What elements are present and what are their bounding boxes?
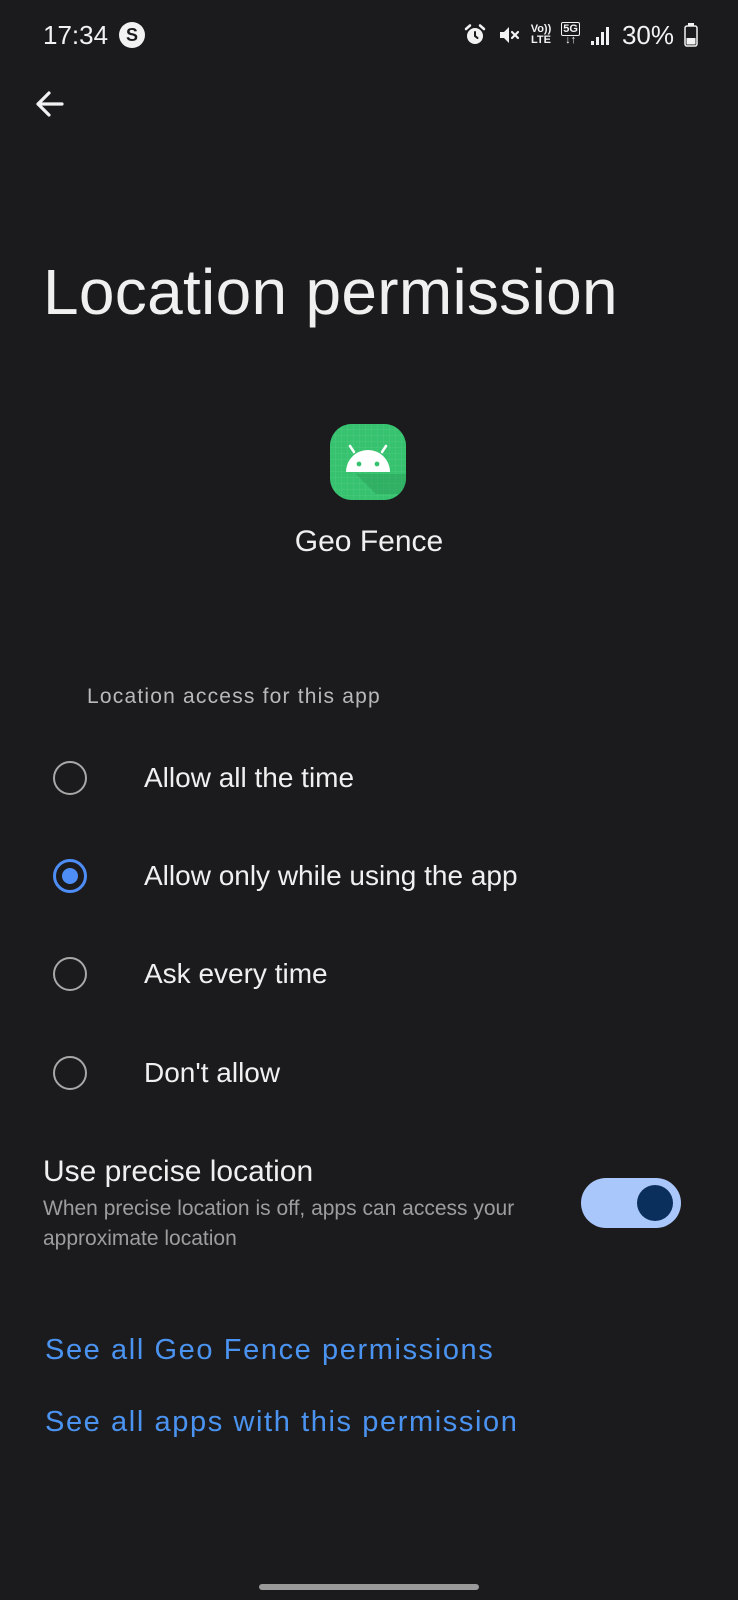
app-name: Geo Fence [294, 525, 444, 558]
section-label: Location access for this app [87, 685, 381, 708]
status-time: 17:34 [43, 20, 109, 50]
signal-bars-icon [590, 24, 612, 46]
precise-location-toggle[interactable] [581, 1178, 681, 1228]
status-icons: Vo)) LTE 5G ↓↑ 30% [463, 18, 698, 52]
option-ask-every-time[interactable]: Ask every time [0, 934, 738, 1014]
option-dont-allow[interactable]: Don't allow [0, 1033, 738, 1113]
precise-location-description: When precise location is off, apps can a… [43, 1197, 515, 1250]
toggle-thumb [637, 1185, 673, 1221]
data-arrows-icon: ↓↑ [565, 34, 577, 46]
gesture-nav-handle[interactable] [259, 1584, 479, 1590]
option-allow-all-the-time[interactable]: Allow all the time [0, 738, 738, 818]
radio-button[interactable] [53, 761, 87, 795]
option-label: Allow all the time [144, 762, 355, 793]
alarm-icon [463, 23, 487, 47]
option-label: Allow only while using the app [144, 860, 518, 891]
volte-bottom: LTE [530, 34, 551, 46]
option-label: Ask every time [144, 958, 328, 989]
network-indicator: 5G ↓↑ [561, 22, 580, 46]
precise-location-title: Use precise location [43, 1155, 314, 1188]
s-notification-icon: S [119, 22, 145, 48]
see-app-permissions-link[interactable]: See all Geo Fence permissions [45, 1330, 494, 1370]
option-label: Don't allow [144, 1057, 281, 1088]
radio-button[interactable] [53, 1056, 87, 1090]
app-icon [330, 424, 406, 500]
battery-icon [684, 23, 698, 47]
android-icon [330, 424, 406, 500]
page-title: Location permission [43, 256, 618, 328]
mute-icon [497, 23, 521, 47]
arrow-left-icon [30, 91, 70, 128]
see-apps-with-permission-link[interactable]: See all apps with this permission [45, 1402, 519, 1442]
radio-button-selected[interactable] [53, 859, 87, 893]
radio-button[interactable] [53, 957, 87, 991]
battery-percent: 30% [621, 20, 674, 50]
option-allow-while-using[interactable]: Allow only while using the app [0, 836, 738, 916]
volte-indicator: Vo)) LTE [531, 24, 552, 46]
back-button[interactable] [30, 84, 70, 124]
